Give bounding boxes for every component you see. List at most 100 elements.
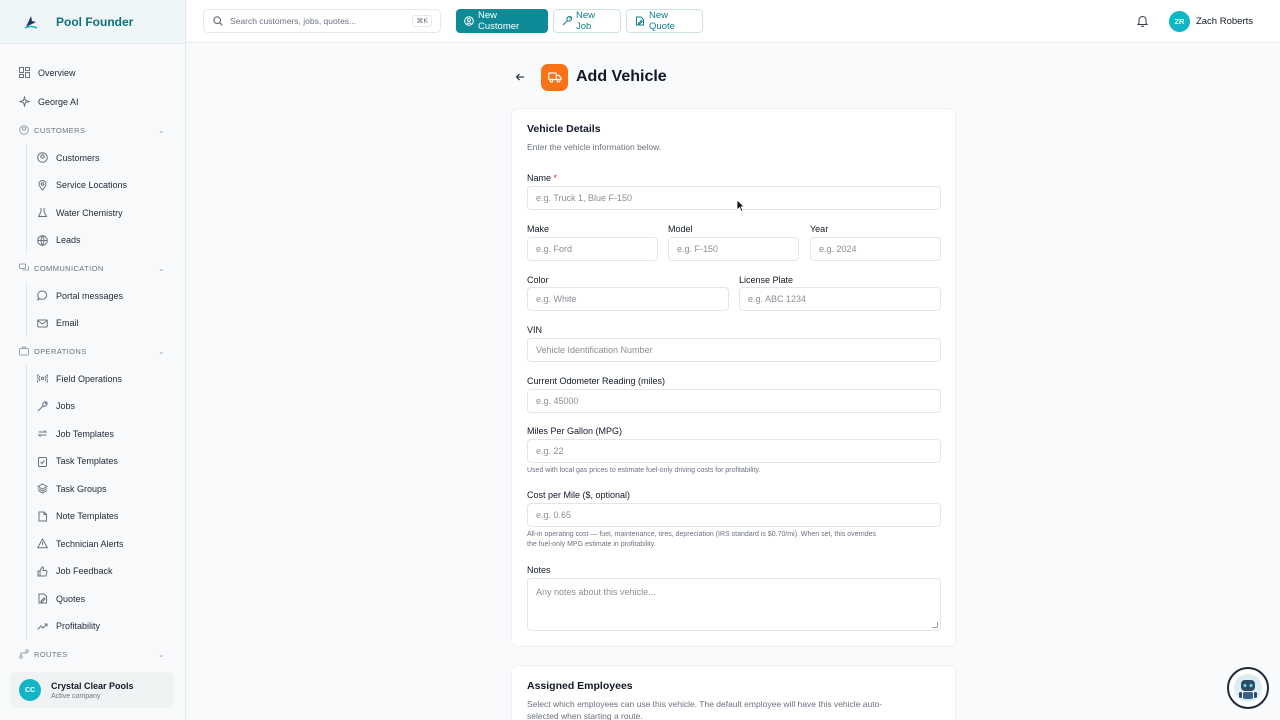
messages-icon — [18, 262, 30, 274]
sidebar-item-portal-messages[interactable]: Portal messages — [27, 282, 185, 310]
vin-input[interactable] — [536, 345, 940, 355]
license-plate-input[interactable] — [748, 294, 940, 304]
radio-signal-icon — [36, 373, 48, 385]
alert-triangle-icon — [36, 538, 48, 550]
new-customer-label: New Customer — [478, 10, 520, 32]
model-input[interactable] — [677, 244, 798, 254]
chevron-down-icon: ⌄ — [157, 263, 165, 273]
sidebar-item-label: Field Operations — [56, 373, 123, 384]
sidebar-item-label: Job Templates — [56, 428, 114, 439]
section-label: COMMUNICATION — [34, 263, 104, 273]
sidebar-item-customers[interactable]: Customers — [27, 144, 185, 172]
new-job-label: New Job — [576, 10, 596, 32]
sidebar-item-overview[interactable]: Overview — [0, 58, 185, 87]
sidebar-item-label: Technician Alerts — [56, 538, 124, 549]
sidebar-item-label: Task Groups — [56, 483, 107, 494]
mpg-field[interactable] — [527, 439, 941, 463]
name-label-text: Name — [527, 173, 552, 183]
company-status: Active company — [51, 692, 101, 700]
cost-per-mile-field[interactable] — [527, 503, 941, 527]
cost-per-mile-input[interactable] — [536, 510, 940, 520]
user-circle-icon — [36, 152, 48, 164]
cost-per-mile-hint-line2: the fuel-only MPG estimate in profitabil… — [527, 541, 656, 548]
sidebar-item-technician-alerts[interactable]: Technician Alerts — [27, 530, 185, 558]
new-customer-button[interactable]: New Customer — [456, 9, 548, 33]
back-arrow-icon[interactable] — [515, 72, 527, 84]
color-input[interactable] — [536, 294, 728, 304]
new-job-button[interactable]: New Job — [553, 9, 621, 33]
wrench-icon — [562, 16, 572, 26]
color-field[interactable] — [527, 287, 729, 311]
globe-icon — [36, 234, 48, 246]
license-plate-field[interactable] — [739, 287, 941, 311]
card-title: Vehicle Details — [527, 123, 601, 135]
sidebar-item-service-locations[interactable]: Service Locations — [27, 172, 185, 200]
section-label: CUSTOMERS — [34, 125, 86, 135]
year-label: Year — [810, 224, 829, 234]
new-quote-button[interactable]: New Quote — [626, 9, 703, 33]
vehicle-details-card: Vehicle Details Enter the vehicle inform… — [511, 108, 956, 647]
required-marker: * — [553, 173, 558, 183]
notes-textarea[interactable] — [536, 587, 940, 607]
search-box[interactable]: ⌘K — [203, 9, 441, 33]
file-edit-icon — [635, 16, 645, 26]
bell-icon[interactable] — [1137, 15, 1149, 27]
sidebar-item-note-templates[interactable]: Note Templates — [27, 503, 185, 531]
company-switcher[interactable]: CC Crystal Clear Pools Active company — [10, 672, 174, 708]
mpg-input[interactable] — [536, 446, 940, 456]
model-field[interactable] — [668, 237, 799, 261]
sidebar-item-label: Profitability — [56, 621, 101, 632]
brand-header[interactable]: Pool Founder — [0, 0, 185, 44]
sidebar-item-email[interactable]: Email — [27, 310, 185, 338]
briefcase-icon — [18, 345, 30, 357]
sidebar-item-task-groups[interactable]: Task Groups — [27, 475, 185, 503]
notes-field[interactable] — [527, 578, 941, 631]
make-field[interactable] — [527, 237, 658, 261]
cost-per-mile-hint-line1: All-in operating cost — fuel, maintenanc… — [527, 531, 876, 538]
search-input[interactable] — [230, 16, 415, 26]
sidebar-item-label: Note Templates — [56, 511, 119, 522]
layers-icon — [36, 483, 48, 495]
name-field[interactable] — [527, 186, 941, 210]
sidebar-item-label: Customers — [56, 152, 100, 163]
sidebar-item-field-operations[interactable]: Field Operations — [27, 365, 185, 393]
odometer-field[interactable] — [527, 389, 941, 413]
search-icon — [213, 16, 223, 26]
section-customers[interactable]: CUSTOMERS ⌄ — [0, 116, 185, 144]
section-operations[interactable]: OPERATIONS ⌄ — [0, 337, 185, 365]
section-label: OPERATIONS — [34, 346, 87, 356]
year-field[interactable] — [810, 237, 941, 261]
odometer-input[interactable] — [536, 396, 940, 406]
sidebar-item-label: Jobs — [56, 401, 76, 412]
license-plate-label: License Plate — [739, 275, 794, 285]
sidebar-item-label: George AI — [38, 96, 79, 107]
section-routes[interactable]: ROUTES ⌄ — [0, 640, 185, 668]
make-label: Make — [527, 224, 550, 234]
sidebar-item-quotes[interactable]: Quotes — [27, 585, 185, 613]
thumbs-up-icon — [36, 565, 48, 577]
user-menu[interactable]: ZR Zach Roberts — [1168, 11, 1253, 32]
chat-bubble-icon — [36, 290, 48, 302]
brand-name: Pool Founder — [56, 14, 134, 29]
sidebar-item-label: Water Chemistry — [56, 207, 123, 218]
avatar: ZR — [1168, 11, 1190, 32]
odometer-label: Current Odometer Reading (miles) — [527, 376, 666, 386]
year-input[interactable] — [819, 244, 940, 254]
sidebar-item-task-templates[interactable]: Task Templates — [27, 448, 185, 476]
operations-group: Field Operations Jobs Job Templates Task… — [26, 365, 185, 640]
sidebar-item-leads[interactable]: Leads — [27, 227, 185, 255]
sidebar-item-job-templates[interactable]: Job Templates — [27, 420, 185, 448]
section-communication[interactable]: COMMUNICATION ⌄ — [0, 254, 185, 282]
sidebar-item-water-chemistry[interactable]: Water Chemistry — [27, 199, 185, 227]
sidebar-item-george-ai[interactable]: George AI — [0, 87, 185, 116]
sidebar-item-jobs[interactable]: Jobs — [27, 393, 185, 421]
sidebar-item-label: Task Templates — [56, 456, 118, 467]
sidebar-item-job-feedback[interactable]: Job Feedback — [27, 558, 185, 586]
mpg-label: Miles Per Gallon (MPG) — [527, 426, 623, 436]
ai-assistant-button[interactable] — [1227, 667, 1269, 709]
make-input[interactable] — [536, 244, 657, 254]
sidebar-item-label: Leads — [56, 235, 81, 246]
vin-field[interactable] — [527, 338, 941, 362]
resize-handle-icon[interactable] — [932, 622, 938, 628]
sidebar-item-profitability[interactable]: Profitability — [27, 613, 185, 641]
